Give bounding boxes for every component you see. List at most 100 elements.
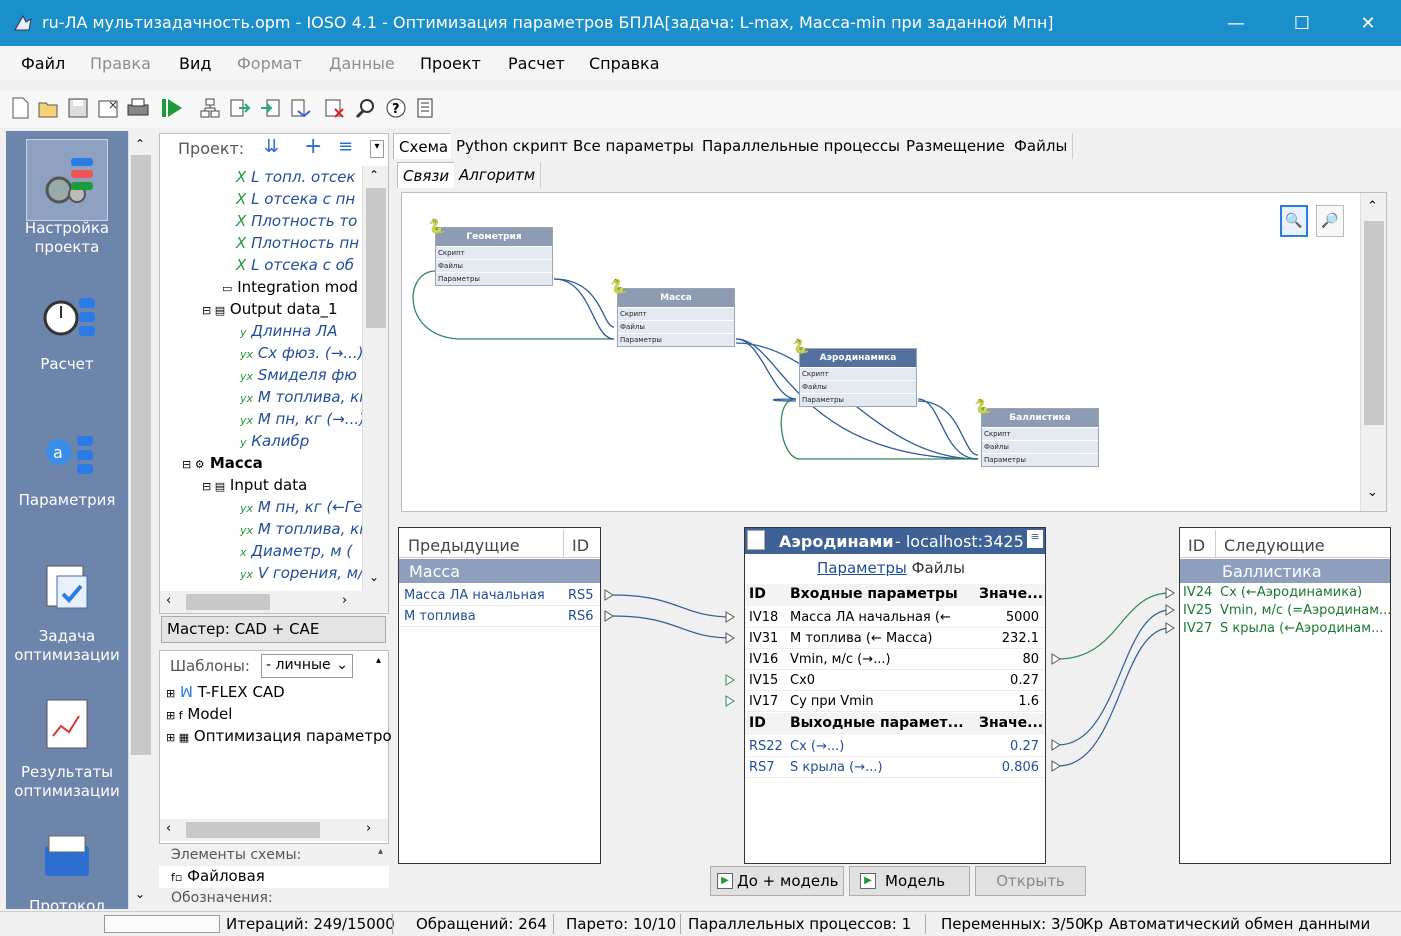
input-row[interactable]: IV15 Cx0 0.27 — [745, 670, 1045, 691]
menu-project[interactable]: Проект — [420, 54, 481, 73]
add-icon[interactable]: + — [304, 134, 322, 159]
scroll-thumb[interactable] — [366, 188, 386, 328]
collapse-all-icon[interactable]: ⇊ — [264, 136, 279, 157]
nav-project-settings[interactable]: Настройка проекта — [6, 147, 128, 257]
link-files[interactable]: Файлы — [912, 559, 965, 577]
nav-parametry[interactable]: a Параметрия — [6, 419, 128, 510]
scheme-element-file[interactable]: f▫ Файловая — [159, 866, 389, 888]
tree-item-integration[interactable]: ▭ Integration mod — [222, 276, 358, 298]
menu-view[interactable]: Вид — [179, 54, 211, 73]
tab-placement[interactable]: Размещение — [901, 133, 1011, 159]
nav-scrollbar[interactable]: ⌃ ⌄ — [128, 131, 154, 909]
print-icon[interactable] — [126, 96, 150, 120]
master-cad-cae[interactable]: Мастер: CAD + CAE — [161, 616, 386, 643]
delete-icon[interactable] — [322, 96, 346, 120]
tab-all-params[interactable]: Все параметры — [568, 133, 700, 159]
template-item-model[interactable]: ⊞ f Model — [166, 703, 232, 725]
templates-select[interactable]: - личные ⌄ — [261, 654, 353, 678]
next-row[interactable]: IV25 Vmin, м/с (=Аэродинам... — [1180, 602, 1391, 620]
tree-item[interactable]: X L топл. отсек — [236, 166, 355, 188]
tree-item[interactable]: X Плотность то — [236, 210, 357, 232]
menu-edit[interactable]: Правка — [90, 54, 151, 73]
output-row[interactable]: RS22 Cx (→...) 0.27 — [745, 736, 1045, 757]
zoom-report-icon[interactable] — [354, 96, 378, 120]
nav-optimization-results[interactable]: Результаты оптимизации — [6, 691, 128, 801]
pre-model-button[interactable]: ▶ До + модель — [710, 866, 844, 896]
menu-data[interactable]: Данные — [329, 54, 395, 73]
template-item-optimization[interactable]: ⊞ ▦ Оптимизация параметро — [166, 725, 392, 747]
collapse-icon[interactable]: ▴ — [376, 655, 381, 666]
input-row[interactable]: IV16 Vmin, м/с (→...) 80 — [745, 649, 1045, 670]
save-icon[interactable] — [66, 96, 90, 120]
group-row[interactable]: Масса — [399, 559, 600, 583]
output-row[interactable]: RS7 S крыла (→...) 0.806 — [745, 757, 1045, 778]
menu-file[interactable]: Файл — [21, 54, 65, 73]
tab-parallel[interactable]: Параллельные процессы — [697, 133, 906, 159]
templates-hscroll[interactable]: ‹ › — [160, 819, 388, 841]
tree-item[interactable]: x Диаметр, м ( — [240, 540, 352, 562]
tree-icon[interactable] — [198, 96, 222, 120]
node-ballistics[interactable]: Баллистика Скрипт Файлы Параметры — [981, 408, 1099, 467]
tree-hscroll[interactable]: ‹ › — [160, 591, 388, 613]
tree-item[interactable]: yx Cx фюз. (→...) — [240, 342, 362, 364]
input-row[interactable]: IV18 Масса ЛА начальная (← 5000 — [745, 607, 1045, 628]
nav-protocol[interactable]: Протокол — [6, 825, 128, 916]
menu-format[interactable]: Формат — [237, 54, 302, 73]
menu-help[interactable]: Справка — [589, 54, 660, 73]
close-button[interactable]: ✕ — [1335, 0, 1401, 46]
export-icon[interactable] — [228, 96, 252, 120]
panel-dropdown-icon[interactable]: ▾ — [370, 140, 384, 158]
next-row[interactable]: IV24 Cx (←Аэродинамика) — [1180, 584, 1390, 602]
help-icon[interactable]: ? — [384, 96, 408, 120]
tree-item[interactable]: yx M пн, кг (→...) — [240, 408, 362, 430]
zoom-in-icon[interactable]: 🔎 — [1316, 205, 1344, 237]
zoom-out-icon[interactable]: 🔍 — [1280, 205, 1308, 237]
tree-item[interactable]: X L отсека с об — [236, 254, 354, 276]
link-parameters[interactable]: Параметры — [817, 559, 907, 577]
tree-item[interactable]: yx V горения, м/ — [240, 562, 362, 584]
save-close-icon[interactable] — [96, 96, 120, 120]
model-button[interactable]: ▶ Модель — [849, 866, 970, 896]
tab-scheme[interactable]: Схема — [393, 133, 455, 159]
tab-files[interactable]: Файлы — [1009, 133, 1074, 159]
node-aerodynamics[interactable]: Аэродинамика Скрипт Файлы Параметры — [799, 348, 917, 407]
input-row[interactable]: IV17 Cy при Vmin 1.6 — [745, 691, 1045, 712]
tree-item[interactable]: yx M топлива, кг — [240, 518, 362, 540]
tree-item[interactable]: yx M топлива, кг — [240, 386, 362, 408]
tree-item-output-data[interactable]: ⊟ ▤ Output data_1 — [202, 298, 338, 320]
run-icon[interactable] — [160, 96, 184, 120]
next-row[interactable]: IV27 S крыла (←Аэродинам... — [1180, 620, 1390, 638]
maximize-button[interactable]: ☐ — [1269, 0, 1335, 46]
tree-item[interactable]: yx M пн, кг (←Ге — [240, 496, 362, 518]
nav-scroll-thumb[interactable] — [131, 155, 151, 755]
tree-item-mass[interactable]: ⊟ ⚙ Масса — [182, 452, 263, 474]
subtab-algorithm[interactable]: Алгоритм — [454, 162, 542, 188]
list-icon[interactable] — [414, 96, 438, 120]
subtab-links[interactable]: Связи — [397, 162, 456, 188]
tree-item[interactable]: X L отсека с пн — [236, 188, 355, 210]
prev-row[interactable]: Масса ЛА начальная RS5 — [399, 585, 600, 606]
new-file-icon[interactable] — [8, 96, 32, 120]
template-item-tflex[interactable]: ⊞ ꟽ T-FLEX CAD — [166, 681, 285, 703]
prev-row[interactable]: M топлива RS6 — [399, 606, 600, 627]
scheme-vscroll[interactable]: ⌃ ⌄ — [1360, 193, 1386, 511]
open-button[interactable]: Открыть — [975, 866, 1086, 896]
tree-item-input-data[interactable]: ⊟ ▤ Input data — [202, 474, 307, 496]
transfer-icon[interactable] — [288, 96, 312, 120]
tree-item[interactable]: y Калибр — [240, 430, 309, 452]
import-icon[interactable] — [258, 96, 282, 120]
nav-optimization-task[interactable]: Задача оптимизации — [6, 555, 128, 665]
nav-calculation[interactable]: Расчет — [6, 283, 128, 374]
tree-item[interactable]: y Длинна ЛА — [240, 320, 337, 342]
menu-calc[interactable]: Расчет — [508, 54, 565, 73]
open-file-icon[interactable] — [36, 96, 60, 120]
menu-icon[interactable]: ≡ — [338, 136, 353, 157]
input-row[interactable]: IV31 M топлива (← Масса) 232.1 — [745, 628, 1045, 649]
group-row[interactable]: Баллистика — [1180, 559, 1390, 583]
tree-vscroll[interactable]: ⌃ ⌄ — [362, 166, 388, 591]
minimize-button[interactable]: — — [1203, 0, 1269, 46]
tab-python[interactable]: Python скрипт — [451, 133, 574, 159]
tree-item[interactable]: yx Sмиделя фю — [240, 364, 357, 386]
node-geometry[interactable]: Геометрия Скрипт Файлы Параметры — [435, 227, 553, 286]
tree-item[interactable]: X Плотность пн — [236, 232, 359, 254]
